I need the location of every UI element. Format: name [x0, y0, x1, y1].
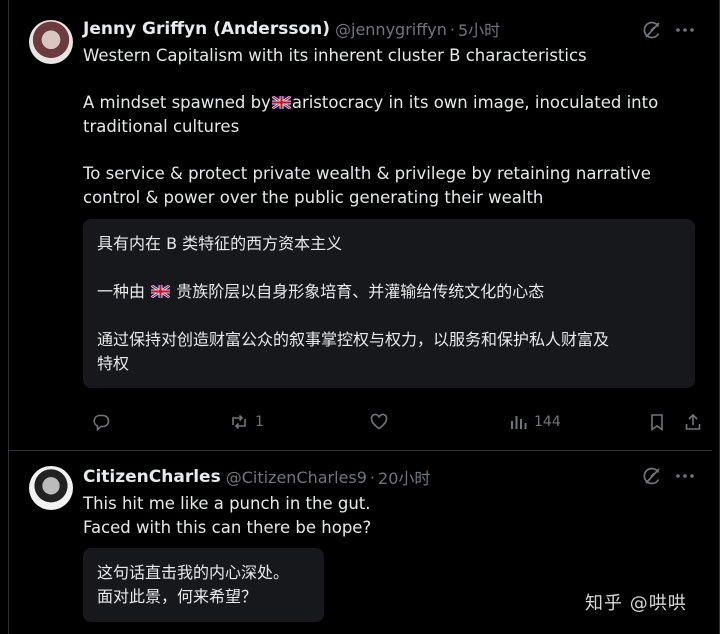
- translation-card: 具有内在 B 类特征的西方资本主义 一种由 贵族阶层以自身形象培育、并灌输给传统…: [83, 219, 695, 388]
- tweet-text: A mindset spawned by: [83, 93, 271, 112]
- retweet-button[interactable]: 1: [229, 412, 264, 432]
- translation-card: 这句话直击我的内心深处。 面对此景，何来希望？: [83, 548, 324, 622]
- tweet-text-paragraph: Western Capitalism with its inherent clu…: [83, 46, 587, 65]
- tweet-text-line: This hit me like a punch in the gut.: [83, 494, 371, 513]
- retweet-count: 1: [255, 414, 264, 430]
- uk-flag-icon: [151, 285, 171, 298]
- separator: ·: [369, 467, 376, 487]
- user-handle[interactable]: @CitizenCharles9: [226, 468, 367, 487]
- tweet-text-paragraph: A mindset spawned by aristocracy in its …: [83, 91, 703, 138]
- translation-line: 面对此景，何来希望？: [97, 587, 258, 606]
- timestamp[interactable]: 20小时: [378, 465, 430, 489]
- separator: ·: [449, 19, 455, 39]
- share-button[interactable]: [683, 412, 703, 432]
- timestamp[interactable]: 5小时: [458, 17, 500, 41]
- share-icon: [685, 413, 701, 430]
- user-handle[interactable]: @jennygriffyn: [335, 20, 447, 39]
- bookmark-icon: [651, 414, 663, 432]
- tweet-header: CitizenCharles @CitizenCharles9 · 20小时: [83, 465, 430, 489]
- uk-flag-icon: [271, 96, 291, 109]
- tweet-text-paragraph: To service & protect private wealth & pr…: [83, 164, 651, 207]
- tweet-text-paragraph: This hit me like a punch in the gut. Fac…: [83, 492, 703, 539]
- like-button[interactable]: [369, 412, 395, 432]
- translation-text: 一种由: [97, 282, 146, 301]
- translation-line: 通过保持对创造财富公众的叙事掌控权与权力，以服务和保护私人财富及: [97, 330, 610, 349]
- avatar[interactable]: [29, 20, 73, 64]
- retweet-icon: [232, 414, 246, 430]
- translation-line: 这句话直击我的内心深处。: [97, 563, 290, 582]
- more-icon[interactable]: [674, 466, 696, 486]
- reply-icon: [93, 414, 110, 432]
- translation-text: 贵族阶层以自身形象培育、并灌输给传统文化的心态: [176, 282, 545, 301]
- translation-line: 一种由 贵族阶层以自身形象培育、并灌输给传统文化的心态: [97, 280, 544, 304]
- tweet-text-line: Faced with this can there be hope?: [83, 517, 372, 537]
- reply-button[interactable]: [91, 412, 117, 432]
- more-icon[interactable]: [674, 20, 696, 40]
- watermark: 知乎 @哄哄: [585, 593, 687, 614]
- views-count: 144: [534, 414, 561, 430]
- display-name[interactable]: Jenny Griffyn (Andersson): [83, 19, 330, 39]
- display-name[interactable]: CitizenCharles: [83, 467, 221, 487]
- action-bar: 1 144: [83, 412, 703, 436]
- avatar[interactable]: [29, 466, 73, 510]
- like-icon: [370, 413, 388, 430]
- views-icon: [511, 416, 527, 429]
- tweet-jenny[interactable]: Jenny Griffyn (Andersson) @jennygriffyn …: [8, 0, 712, 451]
- grok-icon[interactable]: [642, 20, 662, 40]
- views-button[interactable]: 144: [508, 412, 561, 432]
- grok-icon[interactable]: [642, 466, 662, 486]
- translation-line: 具有内在 B 类特征的西方资本主义: [97, 234, 343, 253]
- tweet-header: Jenny Griffyn (Andersson) @jennygriffyn …: [83, 17, 500, 41]
- bookmark-button[interactable]: [647, 412, 667, 432]
- translation-line: 特权: [97, 354, 130, 373]
